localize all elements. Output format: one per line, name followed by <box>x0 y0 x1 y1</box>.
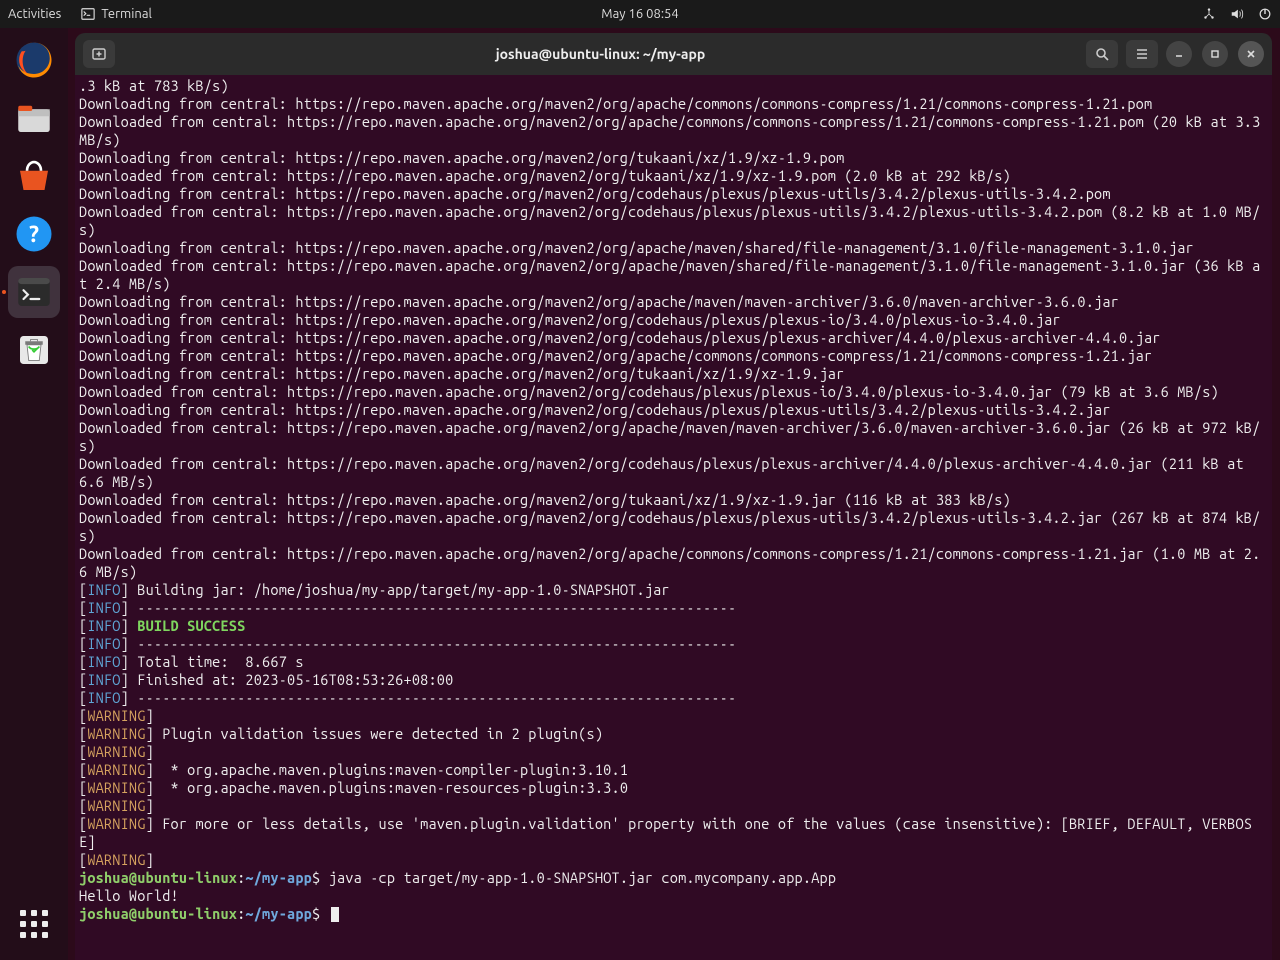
dock-app-software[interactable] <box>8 150 60 202</box>
terminal-window: joshua@ubuntu-linux: ~/my-app .3 kB at 7… <box>75 33 1272 960</box>
activities-button[interactable]: Activities <box>8 7 61 21</box>
app-indicator[interactable]: Terminal <box>81 7 152 21</box>
dock: ? <box>0 28 68 960</box>
dock-app-trash[interactable] <box>8 324 60 376</box>
clock[interactable]: May 16 08:54 <box>601 7 678 21</box>
power-icon[interactable] <box>1258 7 1272 21</box>
network-icon[interactable] <box>1202 7 1216 21</box>
window-minimize-button[interactable] <box>1166 41 1192 67</box>
grid-icon <box>20 910 48 938</box>
new-tab-button[interactable] <box>83 40 115 68</box>
hamburger-menu-button[interactable] <box>1126 40 1158 68</box>
dock-app-help[interactable]: ? <box>8 208 60 260</box>
dock-app-firefox[interactable] <box>8 34 60 86</box>
show-applications-button[interactable] <box>10 900 58 948</box>
terminal-icon <box>81 7 95 21</box>
window-title: joshua@ubuntu-linux: ~/my-app <box>123 46 1078 62</box>
window-maximize-button[interactable] <box>1202 41 1228 67</box>
search-button[interactable] <box>1086 40 1118 68</box>
terminal-output[interactable]: .3 kB at 783 kB/s)Downloading from centr… <box>75 75 1272 960</box>
dock-app-terminal[interactable] <box>8 266 60 318</box>
dock-app-files[interactable] <box>8 92 60 144</box>
volume-icon[interactable] <box>1230 7 1244 21</box>
top-panel: Activities Terminal May 16 08:54 <box>0 0 1280 28</box>
svg-text:?: ? <box>29 222 39 247</box>
window-titlebar[interactable]: joshua@ubuntu-linux: ~/my-app <box>75 33 1272 75</box>
window-close-button[interactable] <box>1238 41 1264 67</box>
app-indicator-label: Terminal <box>101 7 152 21</box>
